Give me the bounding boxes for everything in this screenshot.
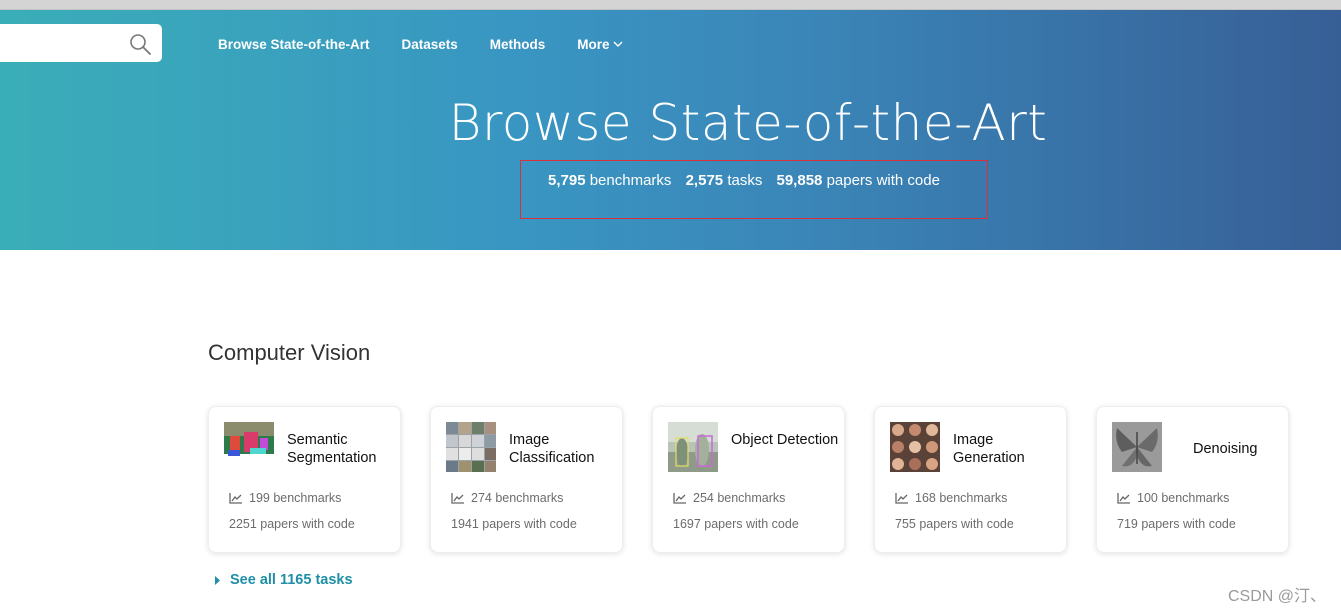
card-title: Denoising — [1193, 441, 1258, 457]
line-chart-icon — [1117, 492, 1130, 504]
caret-right-icon — [215, 575, 220, 585]
card-title: Object Detection — [731, 432, 839, 448]
denoising-thumbnail-icon — [1112, 422, 1162, 472]
papers-count: 2251 papers with code — [229, 517, 355, 531]
classification-thumbnail-icon — [446, 422, 496, 472]
benchmarks-row: 199 benchmarks — [229, 491, 341, 505]
section-title: Computer Vision — [208, 340, 371, 365]
hero-banner: Browse State-of-the-Art Datasets Methods… — [0, 10, 1341, 250]
benchmarks-row: 100 benchmarks — [1117, 491, 1229, 505]
task-card-semantic-segmentation[interactable]: Semantic Segmentation 199 benchmarks 225… — [208, 406, 401, 553]
benchmarks-row: 274 benchmarks — [451, 491, 563, 505]
benchmarks-count: 254 benchmarks — [693, 491, 786, 505]
nav-more[interactable]: More — [577, 36, 623, 52]
watermark: CSDN @汀、 — [1228, 588, 1327, 605]
papers-count: 719 papers with code — [1117, 517, 1236, 531]
task-card-image-generation[interactable]: Image Generation 168 benchmarks 755 pape… — [874, 406, 1067, 553]
line-chart-icon — [229, 492, 242, 504]
hero-title: Browse State-of-the-Art — [448, 94, 1048, 152]
card-title: Semantic Segmentation — [287, 432, 377, 466]
task-card-object-detection[interactable]: Object Detection 254 benchmarks 1697 pap… — [652, 406, 845, 553]
benchmarks-count: 199 benchmarks — [249, 491, 342, 505]
line-chart-icon — [451, 492, 464, 504]
chevron-down-icon — [613, 41, 623, 47]
benchmarks-row: 168 benchmarks — [895, 491, 1007, 505]
papers-count: 755 papers with code — [895, 517, 1014, 531]
benchmarks-count: 168 benchmarks — [915, 491, 1008, 505]
task-card-image-classification[interactable]: Image Classification 274 benchmarks 1941… — [430, 406, 623, 553]
task-card-denoising[interactable]: Denoising 100 benchmarks 719 papers with… — [1096, 406, 1289, 553]
papers-count: 1941 papers with code — [451, 517, 577, 531]
nav-more-label: More — [577, 36, 610, 52]
search-input[interactable] — [0, 24, 162, 62]
benchmarks-count: 100 benchmarks — [1137, 491, 1230, 505]
annotation-highlight-box — [520, 160, 988, 219]
nav-browse-sota[interactable]: Browse State-of-the-Art — [218, 37, 370, 52]
line-chart-icon — [673, 492, 686, 504]
nav-datasets[interactable]: Datasets — [402, 37, 458, 52]
benchmarks-count: 274 benchmarks — [471, 491, 564, 505]
main-nav: Browse State-of-the-Art Datasets Methods… — [218, 34, 655, 54]
nav-methods[interactable]: Methods — [490, 37, 546, 52]
segmentation-thumbnail-icon — [224, 422, 274, 472]
generation-thumbnail-icon — [890, 422, 940, 472]
browser-top-edge — [0, 0, 1341, 10]
papers-count: 1697 papers with code — [673, 517, 799, 531]
line-chart-icon — [895, 492, 908, 504]
see-all-tasks-link[interactable]: See all 1165 tasks — [214, 572, 353, 588]
card-title: Image Generation — [953, 432, 1025, 466]
search-icon[interactable] — [128, 32, 152, 56]
benchmarks-row: 254 benchmarks — [673, 491, 785, 505]
detection-thumbnail-icon — [668, 422, 718, 472]
see-all-label: See all 1165 tasks — [230, 572, 353, 588]
card-title: Image Classification — [509, 432, 595, 466]
